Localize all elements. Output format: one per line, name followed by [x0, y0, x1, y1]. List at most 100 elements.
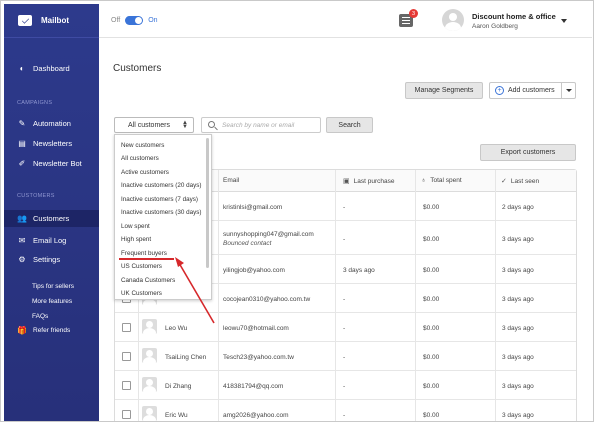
sidebar-link-more-features[interactable]: More features — [32, 298, 72, 305]
dropdown-option[interactable]: Active customers — [121, 169, 169, 176]
row-checkbox[interactable] — [122, 352, 131, 361]
dropdown-option[interactable]: Inactive customers (20 days) — [121, 182, 202, 189]
table-row[interactable]: Leo Wu leowu70@hotmail.com - $0.00 3 day… — [115, 313, 576, 342]
dashboard-icon: ◐ — [19, 64, 25, 73]
sidebar-item-label: Newsletter Bot — [33, 159, 82, 168]
cell-last-seen: 3 days ago — [502, 236, 534, 243]
calendar-icon: ▣ — [343, 178, 350, 185]
column-header-email[interactable]: Email — [223, 177, 239, 184]
sidebar-item-label: Email Log — [33, 236, 67, 245]
sidebar-item-dashboard[interactable]: ◐ Dashboard — [4, 60, 99, 77]
section-label-customers: CUSTOMERS — [17, 193, 55, 199]
sidebar-item-label: Customers — [33, 214, 70, 223]
dropdown-option[interactable]: US Customers — [121, 263, 162, 270]
sidebar-item-newsletters[interactable]: ▤ Newsletters — [4, 135, 99, 152]
cell-last-seen: 3 days ago — [502, 383, 534, 390]
dropdown-option[interactable]: Inactive customers (7 days) — [121, 196, 198, 203]
cell-email: amg2026@yahoo.com — [223, 412, 289, 419]
dropdown-option[interactable]: High spent — [121, 236, 151, 243]
sidebar-item-automation[interactable]: ✎ Automation — [4, 115, 99, 132]
money-bag-icon: ♁ — [421, 177, 427, 184]
sidebar-link-refer[interactable]: 🎁 Refer friends — [4, 322, 99, 339]
row-checkbox[interactable] — [122, 381, 131, 390]
cell-last-purchase: - — [343, 236, 346, 243]
search-icon — [208, 121, 215, 128]
gear-icon: ⚙ — [18, 255, 26, 264]
sidebar-link-tips[interactable]: Tips for sellers — [32, 283, 74, 290]
status-toggle[interactable]: Off On — [111, 16, 158, 25]
cell-last-purchase: - — [343, 204, 346, 211]
cell-name: TsaiLing Chen — [165, 354, 207, 361]
sidebar-item-settings[interactable]: ⚙ Settings — [4, 251, 99, 268]
cell-email: leowu70@hotmail.com — [223, 325, 289, 332]
dropdown-option[interactable]: Canada Customers — [121, 277, 175, 284]
bounced-note: Bounced contact — [223, 240, 272, 247]
account-info[interactable]: Discount home & office Aaron Goldberg — [472, 12, 556, 30]
cell-name: Eric Wu — [165, 412, 188, 419]
toggle-on-label: On — [148, 17, 158, 24]
export-customers-button[interactable]: Export customers — [480, 144, 576, 161]
row-checkbox[interactable] — [122, 410, 131, 419]
column-header-last-purchase[interactable]: ▣ Last purchase — [343, 177, 394, 186]
table-row[interactable]: TsaiLing Chen Tesch23@yahoo.com.tw - $0.… — [115, 342, 576, 371]
cell-last-seen: 3 days ago — [502, 296, 534, 303]
cell-email: sunnyshopping047@gmail.com Bounced conta… — [223, 231, 314, 247]
plus-icon: + — [495, 86, 504, 95]
table-row[interactable]: Di Zhang 418381794@qq.com - $0.00 3 days… — [115, 371, 576, 400]
search-button[interactable]: Search — [326, 117, 373, 133]
dropdown-option[interactable]: UK Customers — [121, 290, 162, 297]
cell-name: Leo Wu — [165, 325, 188, 332]
table-row[interactable]: Eric Wu amg2026@yahoo.com - $0.00 3 days… — [115, 400, 576, 421]
add-customers-button[interactable]: + Add customers — [489, 82, 576, 99]
sidebar-item-label: Newsletters — [33, 139, 73, 148]
cell-last-purchase: - — [343, 296, 346, 303]
dropdown-option[interactable]: All customers — [121, 155, 159, 162]
dropdown-option[interactable]: New customers — [121, 142, 164, 149]
chevron-down-icon[interactable] — [561, 19, 567, 23]
avatar — [142, 406, 157, 421]
sidebar-item-label: Refer friends — [33, 327, 71, 334]
section-label-campaigns: CAMPAIGNS — [17, 100, 53, 106]
search-input[interactable]: Search by name or email — [201, 117, 321, 133]
column-header-label: Total spent — [430, 177, 462, 184]
account-avatar[interactable] — [442, 9, 464, 31]
envelope-icon: ✉ — [18, 236, 26, 245]
account-company: Discount home & office — [472, 12, 556, 21]
cell-name: Di Zhang — [165, 383, 192, 390]
add-customers-dropdown-toggle[interactable] — [561, 83, 575, 98]
cell-total-spent: $0.00 — [423, 412, 440, 419]
toggle-switch[interactable] — [125, 16, 144, 25]
sidebar-item-email-log[interactable]: ✉ Email Log — [4, 232, 99, 249]
sidebar-item-customers[interactable]: 👥 Customers — [4, 210, 99, 227]
column-header-total-spent[interactable]: ♁ Total spent — [421, 177, 462, 184]
page-title: Customers — [113, 63, 162, 74]
cell-total-spent: $0.00 — [423, 354, 440, 361]
search-placeholder: Search by name or email — [222, 121, 295, 129]
row-checkbox[interactable] — [122, 323, 131, 332]
cell-total-spent: $0.00 — [423, 204, 440, 211]
cell-email: yilingjob@yahoo.com — [223, 267, 285, 274]
sidebar-link-faqs[interactable]: FAQs — [32, 313, 48, 320]
dropdown-option-frequent-buyers[interactable]: Frequent buyers — [121, 250, 167, 257]
check-icon: ✓ — [501, 178, 507, 185]
segment-select-value: All customers — [128, 121, 171, 129]
dropdown-option[interactable]: Inactive customers (30 days) — [121, 209, 202, 216]
avatar — [142, 377, 157, 392]
cell-last-purchase: - — [343, 383, 346, 390]
select-arrows-icon: ▲ ▼ — [182, 120, 188, 130]
cell-total-spent: $0.00 — [423, 296, 440, 303]
dropdown-option[interactable]: Low spent — [121, 223, 150, 230]
cell-last-purchase: - — [343, 325, 346, 332]
sidebar-item-newsletter-bot[interactable]: ✐ Newsletter Bot — [4, 155, 99, 172]
avatar — [142, 319, 157, 334]
cell-email: cocojean0310@yahoo.com.tw — [223, 296, 311, 303]
topbar: Off On 3 Discount home & office Aaron Go… — [99, 4, 592, 38]
list-lines — [402, 17, 410, 24]
manage-segments-button[interactable]: Manage Segments — [405, 82, 483, 99]
segment-select[interactable]: All customers ▲ ▼ — [114, 117, 194, 133]
envelope-stack-icon: ▤ — [18, 139, 26, 148]
column-header-last-seen[interactable]: ✓ Last seen — [501, 177, 539, 186]
brand[interactable]: Mailbot — [4, 4, 99, 38]
notifications-icon[interactable]: 3 — [399, 9, 418, 27]
dropdown-scrollbar[interactable] — [206, 138, 209, 268]
